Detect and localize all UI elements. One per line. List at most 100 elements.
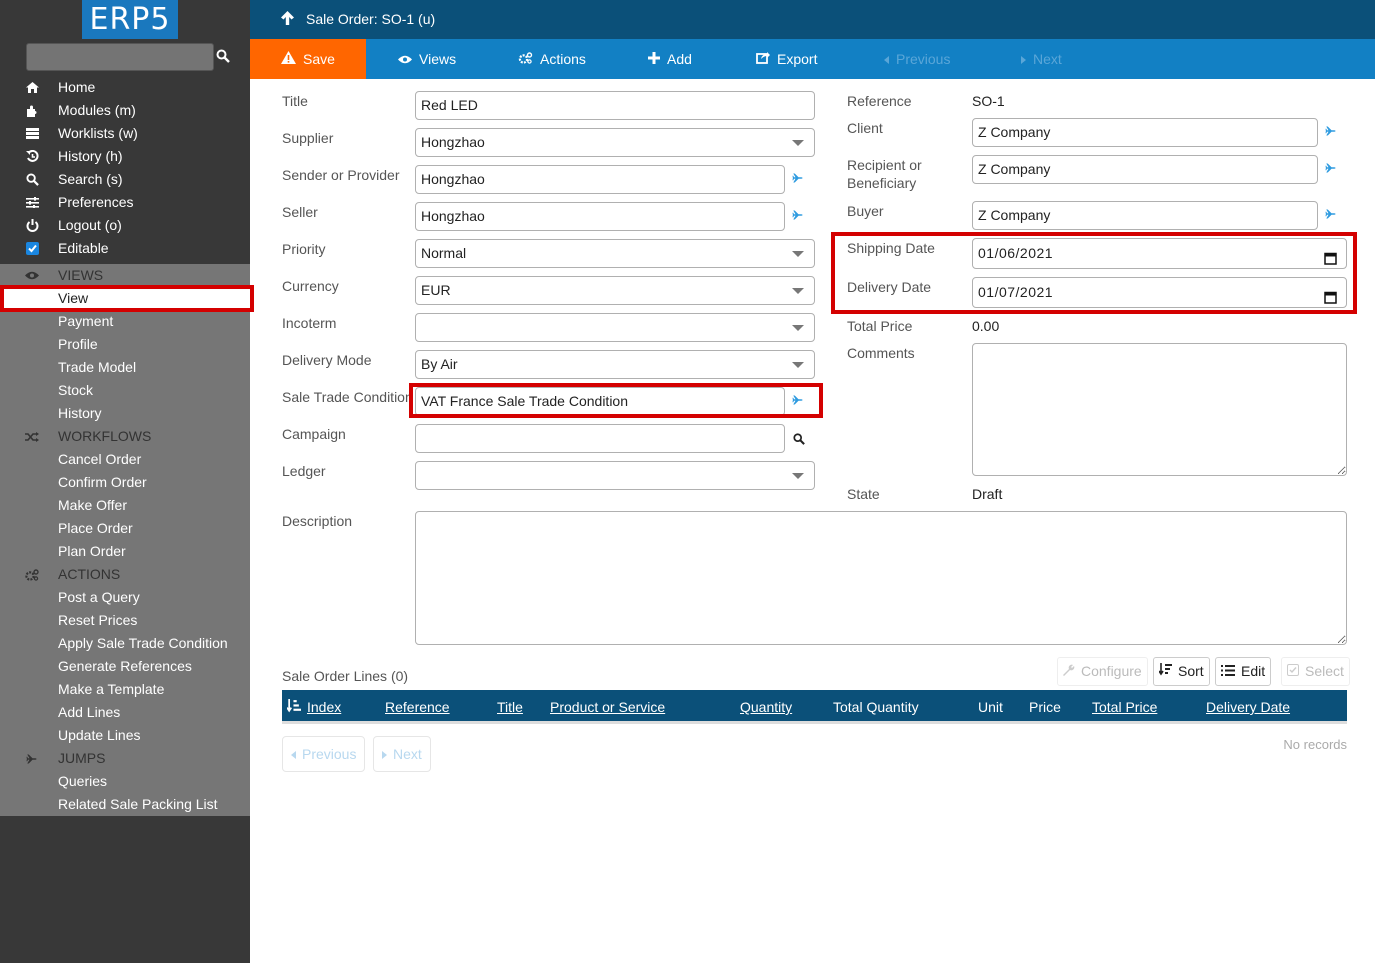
export-button[interactable]: Export — [756, 39, 817, 79]
view-item-history[interactable]: History — [0, 402, 250, 425]
views-button[interactable]: Views — [398, 39, 456, 79]
workflow-item[interactable]: Cancel Order — [0, 448, 250, 471]
nav-label: Add Lines — [58, 704, 121, 720]
caret-right-icon — [382, 737, 387, 771]
column-header-index[interactable]: Index — [307, 699, 341, 715]
view-item-trade-model[interactable]: Trade Model — [0, 356, 250, 379]
column-header-price: Price — [1029, 699, 1061, 715]
action-item[interactable]: Apply Sale Trade Condition — [0, 632, 250, 655]
sidebar-search-input[interactable] — [26, 43, 214, 71]
column-header-reference[interactable]: Reference — [385, 699, 450, 715]
nav-preferences[interactable]: Preferences — [0, 191, 250, 214]
shipping-date-input[interactable]: 01/06/2021 — [972, 238, 1347, 269]
nav-label: Modules (m) — [58, 102, 136, 118]
client-input[interactable]: Z Company — [972, 118, 1318, 147]
workflow-item[interactable]: Confirm Order — [0, 471, 250, 494]
sender-input[interactable]: Hongzhao — [415, 165, 785, 194]
nav-home[interactable]: Home — [0, 76, 250, 99]
priority-select[interactable]: Normal — [415, 239, 815, 268]
action-item[interactable]: Make a Template — [0, 678, 250, 701]
title-input[interactable]: Red LED — [415, 91, 815, 120]
calendar-icon[interactable] — [1324, 246, 1337, 275]
recipient-input[interactable]: Z Company — [972, 155, 1318, 184]
add-button[interactable]: Add — [648, 39, 692, 79]
jump-item[interactable]: Related Sale Packing List — [0, 793, 250, 816]
action-item[interactable]: Generate References — [0, 655, 250, 678]
lines-previous-button[interactable]: Previous — [282, 736, 366, 772]
calendar-icon[interactable] — [1324, 285, 1337, 314]
comments-textarea[interactable] — [972, 343, 1347, 476]
nav-label: View — [58, 290, 89, 306]
save-button[interactable]: Save — [250, 39, 366, 79]
plane-jump-icon[interactable] — [1325, 161, 1341, 177]
arrow-up-icon[interactable] — [281, 11, 294, 28]
view-item-view[interactable]: View — [0, 285, 254, 312]
workflow-item[interactable]: Place Order — [0, 517, 250, 540]
supplier-select[interactable]: Hongzhao — [415, 128, 815, 157]
jump-item[interactable]: Queries — [0, 770, 250, 793]
plane-jump-icon[interactable] — [792, 208, 808, 224]
view-item-profile[interactable]: Profile — [0, 333, 250, 356]
nav-worklists[interactable]: Worklists (w) — [0, 122, 250, 145]
nav-logout[interactable]: Logout (o) — [0, 214, 250, 237]
select-button[interactable]: Select — [1281, 657, 1350, 686]
workflow-item[interactable]: Plan Order — [0, 540, 250, 563]
plane-jump-icon[interactable] — [792, 393, 808, 409]
actions-button[interactable]: Actions — [518, 39, 586, 79]
view-item-payment[interactable]: Payment — [0, 310, 250, 333]
no-records-text: No records — [1283, 737, 1347, 752]
total-price-value: 0.00 — [972, 318, 1000, 334]
seller-input[interactable]: Hongzhao — [415, 202, 785, 231]
nav-history[interactable]: History (h) — [0, 145, 250, 168]
nav-label: Make a Template — [58, 681, 165, 697]
view-item-stock[interactable]: Stock — [0, 379, 250, 402]
sale-trade-condition-input[interactable]: VAT France Sale Trade Condition — [415, 387, 785, 416]
previous-button[interactable]: Previous — [884, 39, 950, 79]
next-button[interactable]: Next — [1021, 39, 1062, 79]
currency-select[interactable]: EUR — [415, 276, 815, 305]
button-label: Add — [667, 51, 692, 67]
select-value: Hongzhao — [421, 134, 485, 150]
delivery-mode-select[interactable]: By Air — [415, 350, 815, 379]
action-item[interactable]: Add Lines — [0, 701, 250, 724]
nav-editable[interactable]: Editable — [0, 237, 250, 260]
lines-next-button[interactable]: Next — [373, 736, 431, 772]
ledger-select[interactable] — [415, 461, 815, 490]
buyer-input[interactable]: Z Company — [972, 201, 1318, 230]
erp5-logo[interactable]: ERP5 — [82, 0, 178, 39]
plane-jump-icon[interactable] — [1325, 207, 1341, 223]
supplier-label: Supplier — [282, 130, 334, 146]
button-label: Actions — [540, 51, 586, 67]
incoterm-select[interactable] — [415, 313, 815, 342]
nav-modules[interactable]: Modules (m) — [0, 99, 250, 122]
checkbox-icon[interactable] — [25, 237, 39, 260]
nav-label: Make Offer — [58, 497, 127, 513]
nav-search[interactable]: Search (s) — [0, 168, 250, 191]
action-item[interactable]: Update Lines — [0, 724, 250, 747]
plane-jump-icon[interactable] — [1325, 124, 1341, 140]
nav-label: Stock — [58, 382, 94, 398]
action-item[interactable]: Reset Prices — [0, 609, 250, 632]
column-header-product[interactable]: Product or Service — [550, 699, 665, 715]
column-header-total-price[interactable]: Total Price — [1092, 699, 1157, 715]
configure-button[interactable]: Configure — [1057, 657, 1148, 686]
workflow-item[interactable]: Make Offer — [0, 494, 250, 517]
campaign-input[interactable] — [415, 424, 785, 453]
search-icon[interactable] — [793, 432, 809, 448]
button-label: Next — [1033, 51, 1062, 67]
action-item[interactable]: Post a Query — [0, 586, 250, 609]
button-label: Previous — [896, 51, 951, 67]
edit-button[interactable]: Edit — [1215, 657, 1272, 686]
column-header-delivery-date[interactable]: Delivery Date — [1206, 699, 1290, 715]
column-header-quantity[interactable]: Quantity — [740, 699, 792, 715]
delivery-date-input[interactable]: 01/07/2021 — [972, 277, 1347, 308]
sort-ascending-icon[interactable] — [286, 699, 301, 716]
recipient-label: Recipient or Beneficiary — [847, 157, 922, 191]
search-icon[interactable] — [216, 49, 232, 65]
nav-label: Queries — [58, 773, 108, 789]
sort-button[interactable]: Sort — [1153, 657, 1210, 686]
cogs-icon — [25, 563, 39, 586]
description-textarea[interactable] — [415, 511, 1347, 645]
column-header-title[interactable]: Title — [497, 699, 523, 715]
plane-jump-icon[interactable] — [792, 171, 808, 187]
